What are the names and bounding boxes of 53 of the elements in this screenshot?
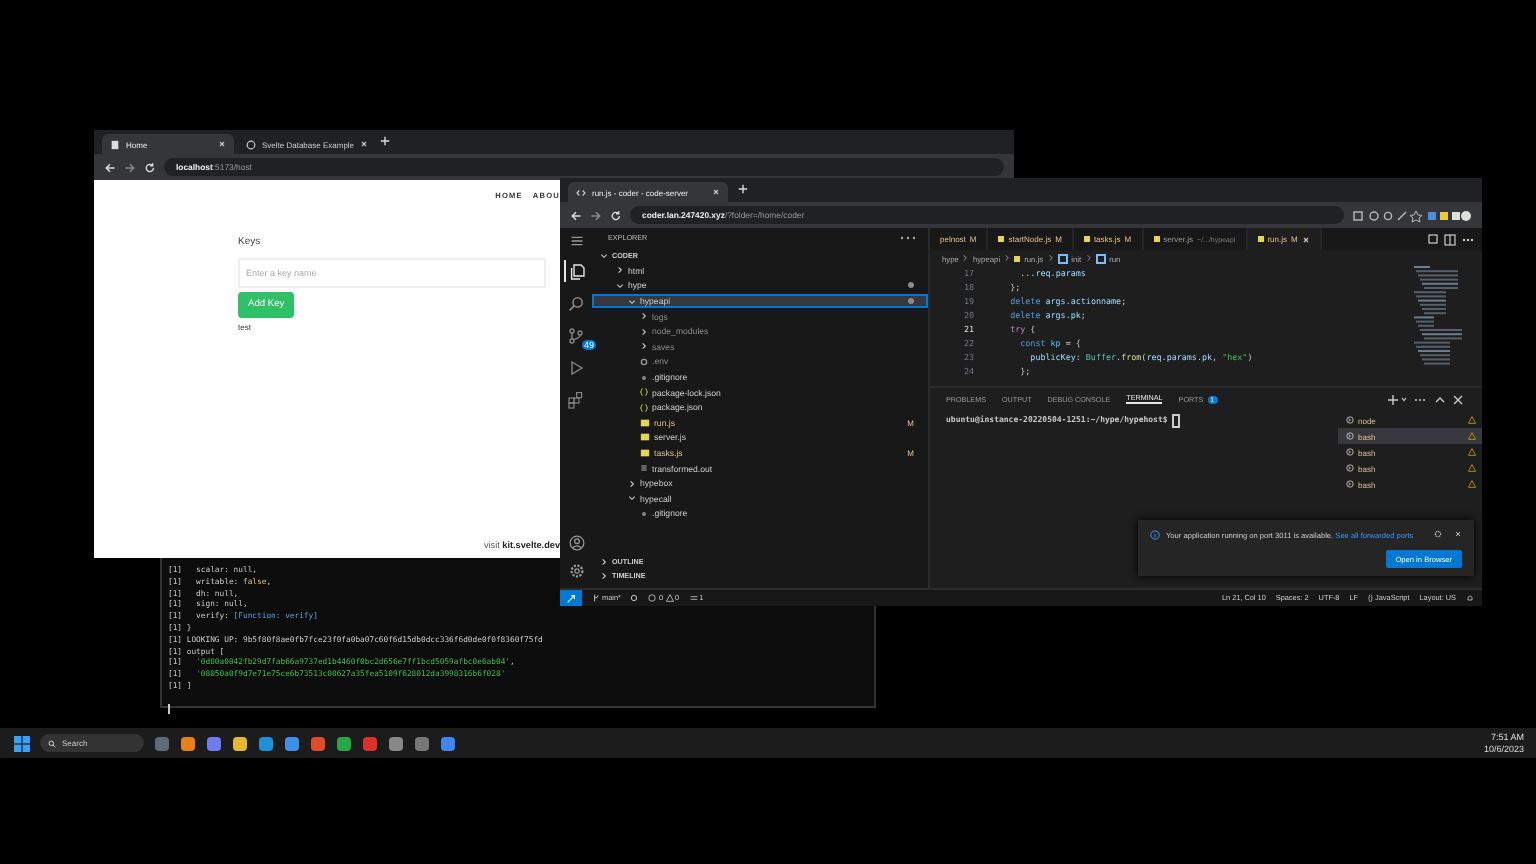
js-file-icon [1257,236,1264,242]
js-file-icon [998,236,1005,242]
settings-icon[interactable] [567,562,585,580]
braces-icon [640,388,648,397]
new-tab-icon[interactable] [738,183,748,193]
reload-icon[interactable] [610,209,622,221]
bell-icon[interactable] [1466,594,1474,602]
close-icon[interactable] [218,140,226,148]
extensions-view-button[interactable] [564,388,588,410]
back-arrow-icon[interactable] [570,209,582,221]
text-cursor [1171,414,1180,428]
account-icon[interactable] [567,534,585,552]
code-icon [576,187,586,197]
close-icon[interactable] [1454,530,1462,538]
close-icon[interactable] [712,188,720,196]
chevron-right-icon [1085,254,1092,262]
panel-actions-drawing [1386,393,1466,405]
chevron-right-icon [628,479,636,488]
js-file-icon [1014,255,1021,261]
arrow-icon [566,593,576,603]
error-icon [648,594,657,602]
page-icon [110,139,120,149]
lines-icon [640,464,648,473]
explorer-view-button[interactable] [563,260,589,282]
settings-icon[interactable] [1434,530,1442,538]
editor-actions-drawing [1428,233,1476,245]
back-arrow-icon[interactable] [104,161,116,173]
symbol-icon [1057,253,1068,263]
warning-icon [665,594,673,602]
chevron-right-icon [616,266,624,275]
windows-logo-icon[interactable] [14,735,30,751]
menu-icon[interactable] [567,232,585,250]
reload-icon[interactable] [144,161,156,173]
modified-dot [908,282,914,289]
modified-dot [908,298,914,305]
js-file-icon [1153,236,1160,242]
forward-arrow-icon[interactable] [124,161,136,173]
chevron-right-icon [1004,254,1011,262]
forward-arrow-icon[interactable] [590,209,602,221]
text-cursor [168,703,170,714]
braces-icon [640,403,648,412]
new-tab-icon[interactable] [380,135,390,145]
sync-icon[interactable] [630,594,639,602]
browser-toolbar-icons-drawing [1352,207,1472,223]
search-icon [48,739,56,747]
chevron-right-icon [1047,254,1054,262]
search-view-button[interactable] [564,292,588,314]
remote-button[interactable] [560,590,582,606]
chevron-right-icon [962,254,969,262]
symbol-icon [1095,253,1106,263]
info-icon [1150,530,1160,540]
branch-icon [592,594,600,602]
js-file-icon [1083,236,1090,242]
